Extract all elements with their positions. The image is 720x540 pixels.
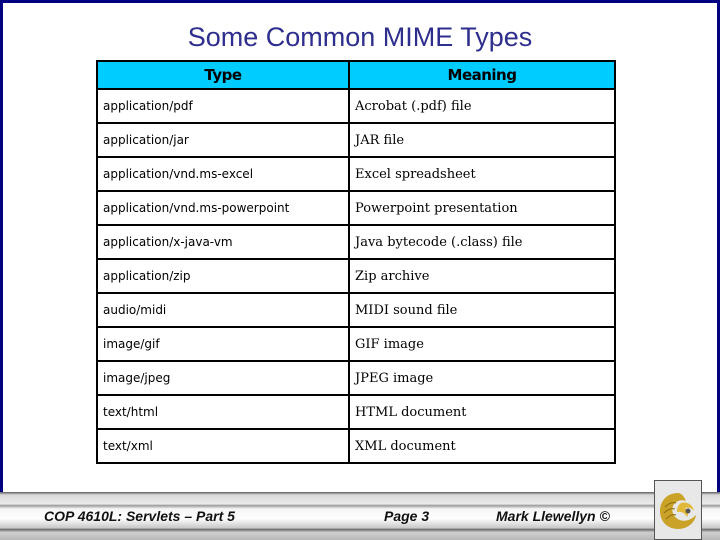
type-cell: application/vnd.ms-powerpoint: [96, 190, 350, 226]
table-header-row: Type Meaning: [96, 60, 616, 90]
type-cell: application/x-java-vm: [96, 224, 350, 260]
meaning-cell: Acrobat (.pdf) file: [348, 88, 616, 124]
type-cell: image/gif: [96, 326, 350, 362]
table-row: image/gif GIF image: [96, 326, 616, 362]
type-cell: image/jpeg: [96, 360, 350, 396]
meaning-cell: XML document: [348, 428, 616, 464]
type-cell: text/xml: [96, 428, 350, 464]
table-row: image/jpeg JPEG image: [96, 360, 616, 396]
type-cell: audio/midi: [96, 292, 350, 328]
meaning-cell: HTML document: [348, 394, 616, 430]
footer-course: COP 4610L: Servlets – Part 5: [44, 508, 235, 524]
table-row: text/html HTML document: [96, 394, 616, 430]
table-row: application/x-java-vm Java bytecode (.cl…: [96, 224, 616, 260]
table-row: application/jar JAR file: [96, 122, 616, 158]
ucf-pegasus-logo-icon: [654, 480, 702, 540]
table-row: text/xml XML document: [96, 428, 616, 464]
column-header-meaning: Meaning: [348, 60, 616, 90]
meaning-cell: Powerpoint presentation: [348, 190, 616, 226]
meaning-cell: Java bytecode (.class) file: [348, 224, 616, 260]
column-header-type: Type: [96, 60, 350, 90]
table-row: audio/midi MIDI sound file: [96, 292, 616, 328]
type-cell: text/html: [96, 394, 350, 430]
table-row: application/zip Zip archive: [96, 258, 616, 294]
meaning-cell: JPEG image: [348, 360, 616, 396]
footer-page-number: Page 3: [384, 508, 430, 524]
table-row: application/pdf Acrobat (.pdf) file: [96, 88, 616, 124]
type-cell: application/zip: [96, 258, 350, 294]
table-row: application/vnd.ms-excel Excel spreadshe…: [96, 156, 616, 192]
meaning-cell: MIDI sound file: [348, 292, 616, 328]
footer-author: Mark Llewellyn ©: [496, 508, 610, 524]
type-cell: application/jar: [96, 122, 350, 158]
meaning-cell: GIF image: [348, 326, 616, 362]
slide-title: Some Common MIME Types: [187, 22, 533, 52]
table-row: application/vnd.ms-powerpoint Powerpoint…: [96, 190, 616, 226]
meaning-cell: Excel spreadsheet: [348, 156, 616, 192]
mime-types-table: Type Meaning application/pdf Acrobat (.p…: [96, 60, 616, 464]
type-cell: application/pdf: [96, 88, 350, 124]
meaning-cell: JAR file: [348, 122, 616, 158]
type-cell: application/vnd.ms-excel: [96, 156, 350, 192]
meaning-cell: Zip archive: [348, 258, 616, 294]
